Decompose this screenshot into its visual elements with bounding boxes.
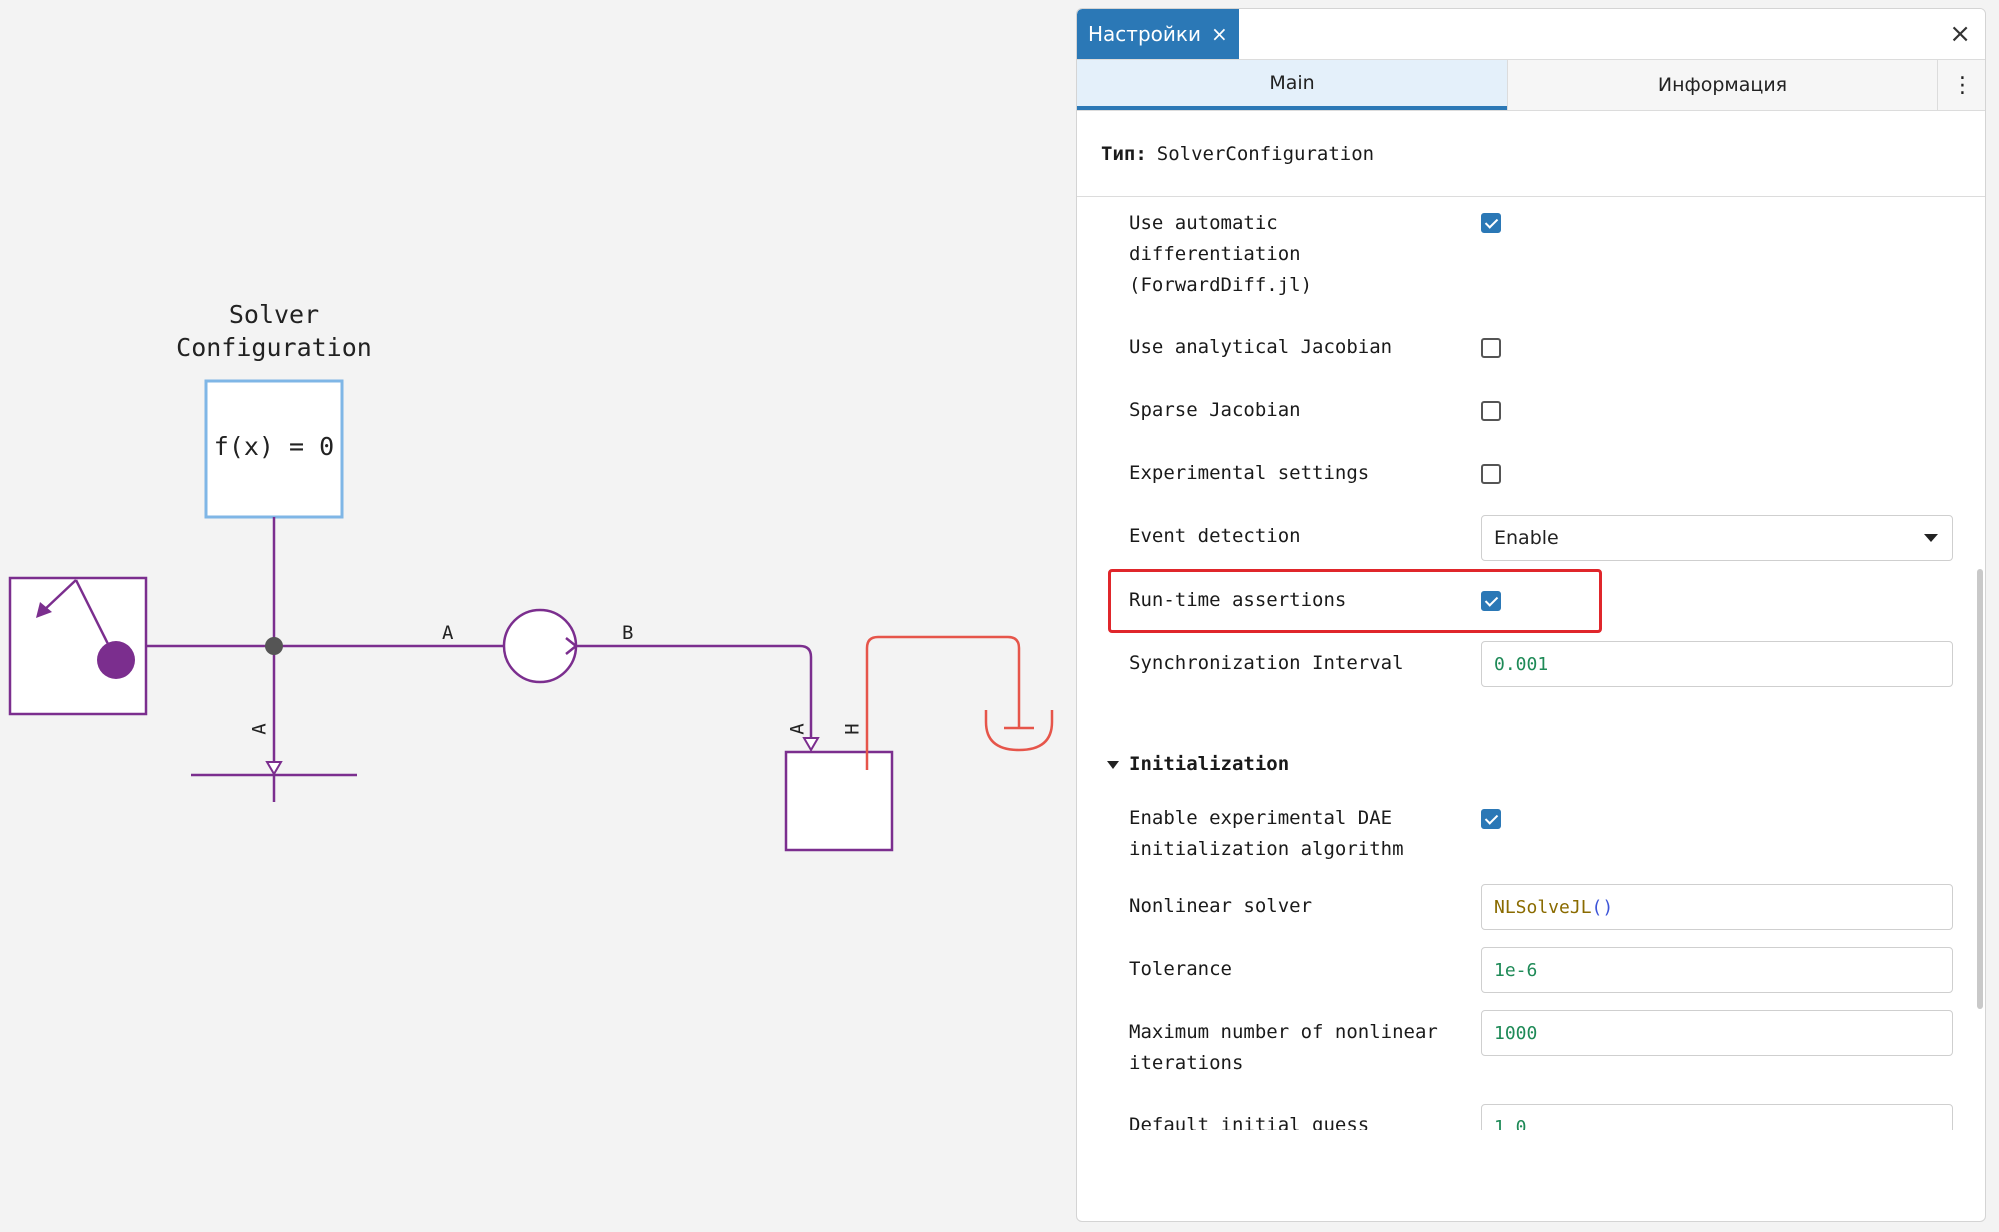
sparse-jacobian-label: Sparse Jacobian: [1129, 399, 1301, 421]
type-value: SolverConfiguration: [1156, 142, 1375, 165]
max-iterations-label: Maximum number of nonlinear iterations: [1129, 1021, 1438, 1074]
nonlinear-solver-fn: NLSolveJL: [1494, 896, 1592, 918]
port-label-a-tank: A: [786, 723, 809, 735]
junction-node: [265, 637, 283, 655]
panel-scrollbar[interactable]: [1977, 569, 1983, 1009]
dae-init-checkbox[interactable]: [1481, 809, 1501, 829]
event-detection-value: Enable: [1494, 527, 1559, 549]
port-label-a-vertical: A: [248, 723, 271, 735]
max-iterations-input[interactable]: 1000: [1481, 1010, 1953, 1056]
panel-close-icon[interactable]: ×: [1949, 19, 1971, 49]
initial-guess-input[interactable]: 1.0: [1481, 1104, 1953, 1130]
port-label-b: B: [622, 622, 634, 644]
runtime-assertions-checkbox[interactable]: [1481, 591, 1501, 611]
chevron-down-icon: [1924, 534, 1938, 542]
pendulum-mass: [97, 641, 135, 679]
nonlinear-solver-parens: (): [1591, 896, 1614, 918]
reference-port-arrow: [265, 761, 283, 776]
experimental-settings-checkbox[interactable]: [1481, 464, 1501, 484]
panel-tabbar: Настройки × ×: [1077, 9, 1985, 60]
more-options-icon[interactable]: ⋮: [1937, 60, 1985, 110]
type-label: Тип:: [1101, 142, 1147, 165]
tolerance-input[interactable]: 1e-6: [1481, 947, 1953, 993]
pump-symbol[interactable]: [502, 608, 578, 684]
tab-settings[interactable]: Настройки ×: [1077, 9, 1239, 59]
autodiff-label: Use automatic differentiation (ForwardDi…: [1129, 212, 1313, 296]
tank-block[interactable]: [784, 750, 894, 852]
nonlinear-solver-input[interactable]: NLSolveJL(): [1481, 884, 1953, 930]
initialization-section-header[interactable]: Initialization: [1107, 749, 1289, 780]
solver-config-title-line2: Configuration: [176, 333, 372, 362]
analytical-jacobian-checkbox[interactable]: [1481, 338, 1501, 358]
initialization-title: Initialization: [1129, 753, 1290, 775]
dae-init-label: Enable experimental DAE initialization a…: [1129, 807, 1404, 860]
solver-config-title-line1: Solver: [228, 300, 320, 329]
tab-info[interactable]: Информация: [1507, 60, 1937, 110]
tank-port-arrow: [802, 737, 820, 752]
model-canvas[interactable]: Solver Configuration f(x) = 0 A B A A H: [0, 0, 1075, 1232]
diagram-svg: [8, 379, 1054, 852]
solver-config-formula: f(x) = 0: [213, 432, 335, 461]
initial-guess-label: Default initial guess: [1129, 1114, 1370, 1130]
sparse-jacobian-checkbox[interactable]: [1481, 401, 1501, 421]
experimental-settings-label: Experimental settings: [1129, 462, 1370, 484]
caret-down-icon: [1107, 760, 1119, 769]
event-detection-label: Event detection: [1129, 525, 1301, 547]
autodiff-checkbox[interactable]: [1481, 213, 1501, 233]
tolerance-label: Tolerance: [1129, 958, 1232, 980]
type-row: Тип: SolverConfiguration: [1077, 111, 1985, 197]
wire-pump-tank: [576, 644, 813, 738]
sync-interval-input[interactable]: 0.001: [1481, 641, 1953, 687]
tab-settings-label: Настройки: [1088, 22, 1201, 46]
panel-subtabs: Main Информация ⋮: [1077, 60, 1985, 111]
properties-scroll-area[interactable]: Use automatic differentiation (ForwardDi…: [1077, 198, 1985, 1130]
tab-main[interactable]: Main: [1077, 60, 1507, 110]
settings-panel: Настройки × × Main Информация ⋮ Тип: Sol…: [1076, 8, 1986, 1222]
port-label-h-tank: H: [841, 723, 864, 735]
port-label-a: A: [442, 622, 454, 644]
runtime-assertions-label: Run-time assertions: [1129, 589, 1347, 611]
tab-close-icon[interactable]: ×: [1211, 24, 1228, 44]
wire-red: [865, 635, 1021, 770]
analytical-jacobian-label: Use analytical Jacobian: [1129, 336, 1393, 358]
event-detection-select[interactable]: Enable: [1481, 515, 1953, 561]
nonlinear-solver-label: Nonlinear solver: [1129, 895, 1313, 917]
sync-interval-label: Synchronization Interval: [1129, 652, 1404, 674]
